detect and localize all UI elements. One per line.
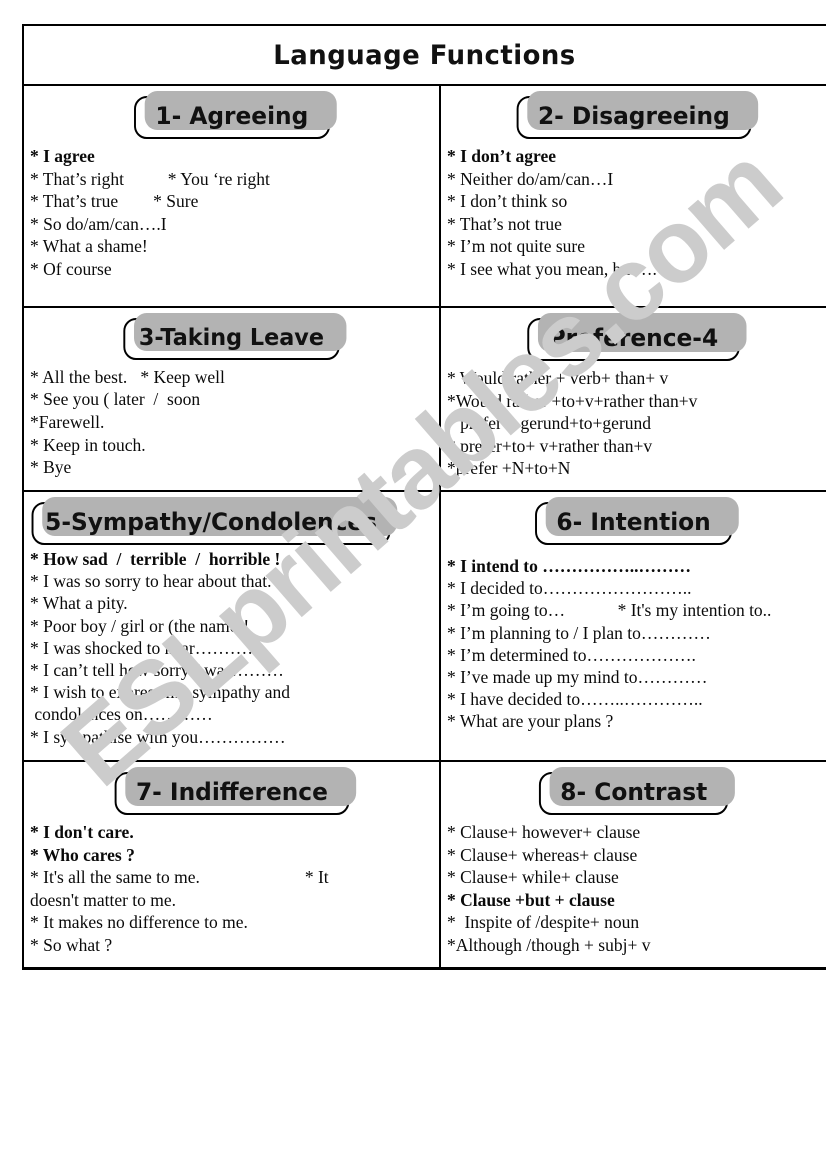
list-item: * I’m not quite sure: [446, 236, 585, 257]
section-items-agreeing: * I agree * That’s right * You ‘re right…: [24, 139, 439, 281]
section-badge-indifference: 7- Indifference: [114, 767, 356, 815]
section-badge-preference: Preference-4: [527, 313, 747, 361]
table-row: 7- Indifference * I don't care. * Who ca…: [24, 762, 826, 970]
section-badge-agreeing: 1- Agreeing: [133, 91, 336, 139]
section-badge-sympathy-condolences: 5-Sympathy/Condolences: [31, 497, 398, 545]
section-cell-preference: Preference-4 * Would rather + verb+ than…: [441, 308, 826, 490]
list-item: * How sad / terrible / horrible !: [30, 548, 281, 569]
badge-wrap: 1- Agreeing: [24, 86, 439, 139]
list-item: * So do/am/can….I: [30, 213, 167, 234]
badge-wrap: 6- Intention: [441, 492, 826, 545]
section-cell-sympathy-condolences: 5-Sympathy/Condolences * How sad / terri…: [24, 492, 441, 760]
table-row: 1- Agreeing * I agree * That’s right * Y…: [24, 86, 826, 308]
list-item: * That’s right * You ‘re right: [30, 168, 270, 189]
list-item: * Neither do/am/can…I: [446, 168, 614, 189]
section-items-taking-leave: * All the best. * Keep well * See you ( …: [24, 360, 439, 479]
list-item: *Although /though + subj+ v: [446, 934, 651, 955]
list-item: * I agree: [30, 145, 95, 166]
list-item: * Clause+ whereas+ clause: [446, 844, 638, 865]
page-title: Language Functions: [273, 39, 577, 71]
list-item: * Bye: [30, 457, 72, 478]
list-item: * Clause+ while+ clause: [446, 867, 619, 888]
badge-wrap: 8- Contrast: [441, 762, 826, 815]
section-cell-contrast: 8- Contrast * Clause+ however+ clause * …: [441, 762, 826, 970]
list-item: * Who cares ?: [30, 844, 135, 865]
list-item: * I’m going to… * It's my intention to..: [446, 600, 772, 621]
list-item: * That’s true * Sure: [30, 191, 199, 212]
list-item: * What a shame!: [30, 236, 148, 257]
list-item: * Clause+ however+ clause: [446, 821, 641, 842]
list-item: * Clause +but + clause: [446, 889, 615, 910]
list-item: * It makes no difference to me.: [30, 912, 248, 933]
section-cell-taking-leave: 3-Taking Leave * All the best. * Keep we…: [24, 308, 441, 490]
list-item: * prefer + gerund+to+gerund: [446, 413, 652, 434]
list-item: * That’s not true: [446, 213, 562, 234]
section-cell-intention: 6- Intention * I intend to ……………..……… * …: [441, 492, 826, 760]
list-item: * I don't care.: [30, 821, 134, 842]
list-item: * Inspite of /despite+ noun: [446, 912, 640, 933]
table-row: 5-Sympathy/Condolences * How sad / terri…: [24, 492, 826, 762]
list-item: * I’ve made up my mind to…………: [446, 666, 708, 687]
section-items-disagreeing: * I don’t agree * Neither do/am/can…I * …: [441, 139, 826, 281]
worksheet-table: Language Functions 1- Agreeing * I agree…: [22, 24, 826, 970]
list-item: * What are your plans ?: [446, 711, 614, 732]
list-item: * What a pity.: [30, 593, 128, 614]
list-item: * I wish to express my sympathy and: [30, 682, 291, 703]
list-item: * Would rather + verb+ than+ v: [446, 367, 669, 388]
list-item: * I can’t tell how sorry I was………: [30, 659, 284, 680]
list-item: * I was so sorry to hear about that.: [30, 571, 272, 592]
section-badge-intention: 6- Intention: [534, 497, 739, 545]
list-item: * Of course: [30, 258, 112, 279]
section-items-contrast: * Clause+ however+ clause * Clause+ wher…: [441, 815, 826, 957]
list-item: * Keep in touch.: [30, 434, 146, 455]
list-item: * I have decided to……..…………..: [446, 689, 703, 710]
section-items-indifference: * I don't care. * Who cares ? * It's all…: [24, 815, 439, 957]
table-row: 3-Taking Leave * All the best. * Keep we…: [24, 308, 826, 492]
list-item: *prefer +N+to+N: [446, 458, 571, 479]
list-item: * I don’t think so: [446, 191, 568, 212]
list-item: * I see what you mean, but….: [446, 258, 657, 279]
section-badge-taking-leave: 3-Taking Leave: [123, 313, 347, 360]
list-item: * So what ?: [30, 934, 113, 955]
section-badge-contrast: 8- Contrast: [538, 767, 736, 815]
section-cell-indifference: 7- Indifference * I don't care. * Who ca…: [24, 762, 441, 970]
list-item: doesn't matter to me.: [30, 889, 177, 910]
section-cell-agreeing: 1- Agreeing * I agree * That’s right * Y…: [24, 86, 441, 306]
list-item: * It's all the same to me. * It: [30, 867, 329, 888]
badge-wrap: 5-Sympathy/Condolences: [24, 492, 439, 545]
list-item: * Poor boy / girl or (the name)!: [30, 615, 250, 636]
list-item: condolences on…………: [30, 704, 213, 725]
list-item: * I sympathise with you……………: [30, 726, 286, 747]
list-item: * I intend to ……………..………: [446, 555, 692, 576]
list-item: *Farewell.: [30, 412, 105, 433]
list-item: * See you ( later / soon: [30, 389, 201, 410]
section-items-preference: * Would rather + verb+ than+ v *Would ra…: [441, 361, 826, 480]
list-item: * I’m determined to……………….: [446, 644, 696, 665]
list-item: * All the best. * Keep well: [30, 366, 225, 387]
worksheet-header-row: Language Functions: [24, 26, 826, 86]
list-item: * I don’t agree: [446, 145, 557, 166]
section-cell-disagreeing: 2- Disagreeing * I don’t agree * Neither…: [441, 86, 826, 306]
section-badge-disagreeing: 2- Disagreeing: [516, 91, 758, 139]
list-item: * I was shocked to hear………….: [30, 637, 270, 658]
section-items-sympathy-condolences: * How sad / terrible / horrible ! * I wa…: [24, 545, 439, 748]
section-items-intention: * I intend to ……………..……… * I decided to……: [441, 545, 826, 733]
list-item: *Would rather +to+v+rather than+v: [446, 390, 698, 411]
badge-wrap: 7- Indifference: [24, 762, 439, 815]
list-item: * I’m planning to / I plan to…………: [446, 622, 711, 643]
badge-wrap: 2- Disagreeing: [441, 86, 826, 139]
badge-wrap: 3-Taking Leave: [24, 308, 439, 360]
badge-wrap: Preference-4: [441, 308, 826, 361]
list-item: * I decided to……………………..: [446, 578, 692, 599]
list-item: * prefer+to+ v+rather than+v: [446, 435, 653, 456]
